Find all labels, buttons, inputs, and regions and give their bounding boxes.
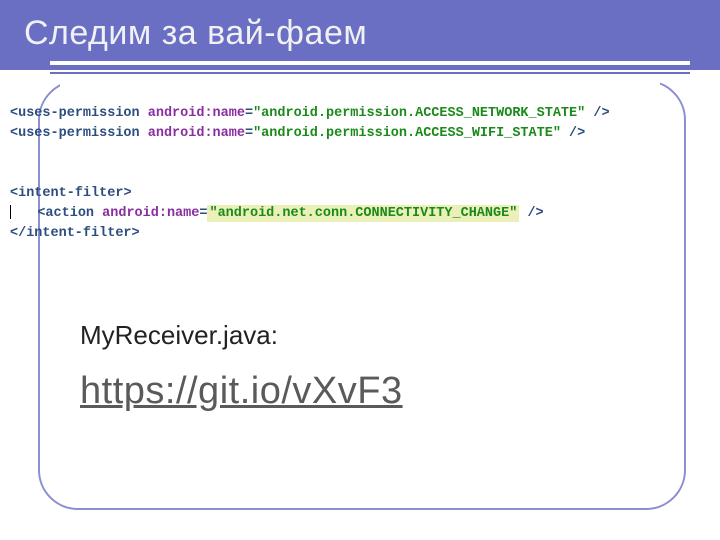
xml-tag: intent-filter: [18, 186, 123, 201]
xml-value-highlighted: "android.net.conn.CONNECTIVITY_CHANGE": [209, 206, 517, 221]
xml-value: "android.permission.ACCESS_WIFI_STATE": [253, 126, 561, 141]
xml-tag: uses-permission: [18, 126, 140, 141]
xml-value: "android.permission.ACCESS_NETWORK_STATE…: [253, 106, 585, 121]
xml-attr: android:name: [148, 106, 245, 121]
title-underline: [50, 61, 690, 65]
xml-attr: android:name: [102, 206, 199, 221]
xml-attr: android:name: [148, 126, 245, 141]
xml-tag: intent-filter: [26, 226, 131, 241]
text-caret-icon: [10, 205, 11, 219]
xml-tag: uses-permission: [18, 106, 140, 121]
slide: Следим за вай-фаем <uses-permission andr…: [0, 0, 720, 540]
receiver-label: MyReceiver.java:: [80, 320, 278, 351]
source-link[interactable]: https://git.io/vXvF3: [80, 370, 403, 413]
xml-tag: action: [45, 206, 94, 221]
code-snippet: <uses-permission android:name="android.p…: [10, 104, 710, 244]
slide-title: Следим за вай-фаем: [24, 14, 367, 53]
title-underline-accent: [50, 72, 690, 74]
